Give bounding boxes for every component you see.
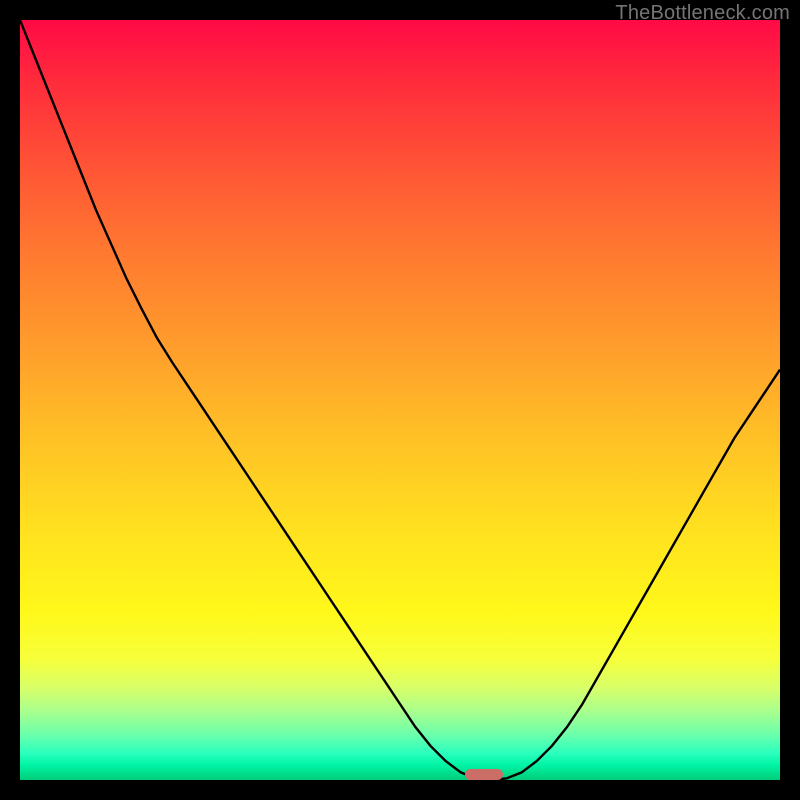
- chart-frame: TheBottleneck.com: [0, 0, 800, 800]
- watermark-text: TheBottleneck.com: [615, 2, 790, 25]
- optimal-zone-marker: [465, 769, 503, 780]
- curve-path: [20, 20, 780, 780]
- plot-area: [20, 20, 780, 780]
- bottleneck-curve: [20, 20, 780, 780]
